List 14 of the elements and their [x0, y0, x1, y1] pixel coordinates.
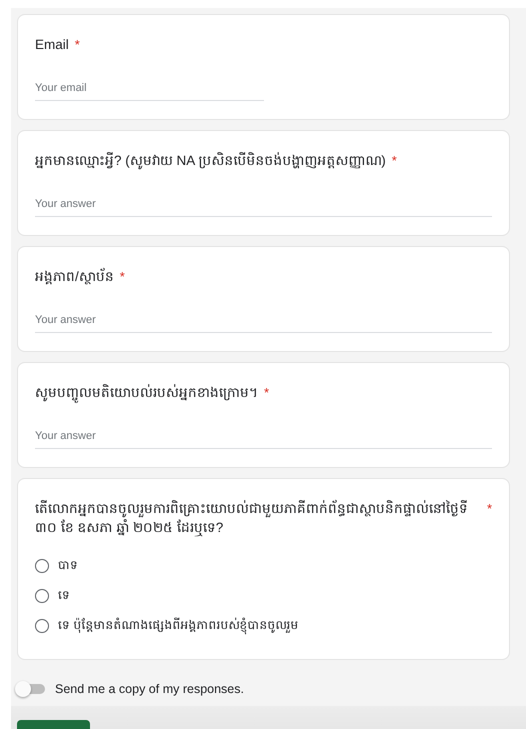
required-mark: * [486, 500, 492, 518]
option-label: ទេ [58, 587, 70, 604]
toggle-label: Send me a copy of my responses. [55, 682, 244, 696]
option-label: បាទ [58, 557, 78, 574]
question-title: អង្គភាព/ស្ថាប័ន [35, 267, 114, 286]
required-mark: * [264, 384, 270, 402]
question-title: Email [35, 36, 69, 54]
option-label: ទេ ប៉ុន្តែមានតំណាងផ្សេងពីអង្គភាពរបស់ខ្ញុំបានចូលរួម [58, 617, 298, 635]
required-mark: * [120, 268, 125, 286]
question-title: តើលោកអ្នកបានចូលរួមការពិគ្រោះយោបល់ជាមួយភាគីពាក់ព័ន្ធជាស្ថាបនិកផ្ទាល់នៅថ្ងៃទី ៣០ ខែ ឧសភា ឆ្នាំ ២០២៥ ដែរឬទេ? [35, 499, 469, 537]
question-title: សូមបញ្ចូលមតិយោបល់របស់អ្នកខាងក្រោម។ [35, 383, 258, 402]
required-mark: * [74, 36, 80, 54]
required-mark: * [392, 152, 397, 170]
question-title: អ្នកមានឈ្មោះអ្វី? (សូមវាយ NA ប្រសិនបើមិនចង់បង្ហាញអត្តសញ្ញាណ) [35, 151, 386, 170]
